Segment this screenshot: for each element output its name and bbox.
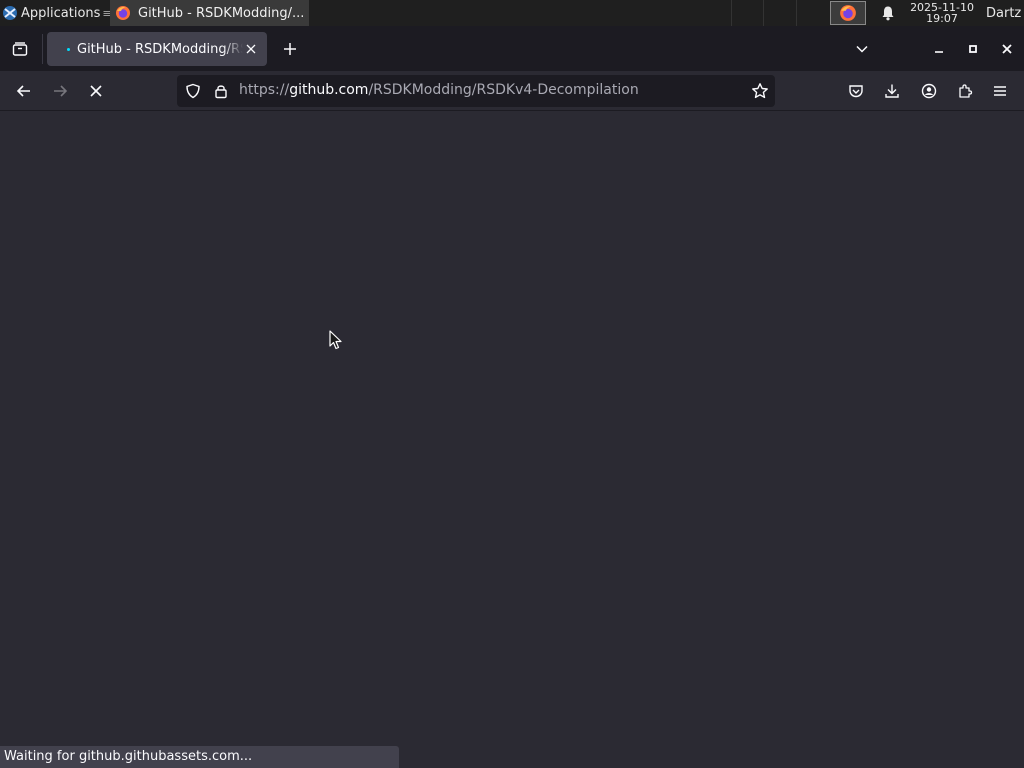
loading-indicator-icon xyxy=(67,48,70,51)
taskbar-separator xyxy=(796,0,797,26)
app-menu-button[interactable] xyxy=(988,79,1012,103)
taskbar-tray: 2025-11-10 19:07 Dartz xyxy=(830,0,1024,26)
user-menu[interactable]: Dartz xyxy=(986,6,1024,21)
tab-strip: GitHub - RSDKModding/RSDKv4-Decompilatio… xyxy=(0,26,1024,71)
new-tab-button[interactable] xyxy=(280,39,300,59)
url-path: /RSDKModding/RSDKv4-Decompilation xyxy=(368,82,639,98)
close-icon xyxy=(246,44,256,54)
tray-firefox-button[interactable] xyxy=(830,1,867,25)
url-scheme: https:// xyxy=(239,82,290,98)
navigation-toolbar: https://github.com/RSDKModding/RSDKv4-De… xyxy=(0,71,1024,111)
back-icon xyxy=(16,85,30,97)
extensions-icon xyxy=(959,84,973,98)
download-icon xyxy=(885,84,899,98)
tab-divider xyxy=(42,34,43,64)
forward-icon xyxy=(54,85,68,97)
url-host: github.com xyxy=(289,82,369,98)
clock-time: 19:07 xyxy=(926,12,958,25)
applications-label: Applications xyxy=(21,5,101,21)
taskbar-separator xyxy=(731,0,732,26)
chevron-down-icon xyxy=(856,45,868,53)
cursor-icon xyxy=(329,330,342,350)
minimize-button[interactable] xyxy=(929,39,949,59)
account-icon xyxy=(921,83,937,99)
plus-icon xyxy=(284,43,296,55)
firefox-icon xyxy=(840,5,856,21)
tab-list-icon xyxy=(12,42,28,56)
tab-close-button[interactable] xyxy=(243,41,259,57)
shield-icon[interactable] xyxy=(185,83,201,99)
pocket-button[interactable] xyxy=(844,79,868,103)
clock[interactable]: 2025-11-10 19:07 xyxy=(910,2,974,24)
tab-title: GitHub - RSDKModding/RSDKv4-Decompilatio… xyxy=(77,41,243,57)
maximize-icon xyxy=(969,45,977,53)
lock-icon[interactable] xyxy=(213,83,229,99)
tab-github[interactable]: GitHub - RSDKModding/RSDKv4-Decompilatio… xyxy=(47,32,267,66)
xfce-icon xyxy=(3,6,17,20)
downloads-button[interactable] xyxy=(880,79,904,103)
list-all-tabs-button[interactable] xyxy=(852,39,872,59)
close-window-button[interactable] xyxy=(997,39,1017,59)
url-text[interactable]: https://github.com/RSDKModding/RSDKv4-De… xyxy=(239,82,639,98)
taskbar-window-title: GitHub - RSDKModding/... xyxy=(138,5,305,21)
maximize-button[interactable] xyxy=(963,39,983,59)
extensions-button[interactable] xyxy=(953,79,977,103)
page-content[interactable] xyxy=(0,112,1024,768)
forward-button[interactable] xyxy=(48,79,72,103)
menu-icon xyxy=(994,86,1006,96)
taskbar-separator xyxy=(763,0,764,26)
star-icon[interactable] xyxy=(751,82,769,100)
firefox-view-button[interactable] xyxy=(8,37,32,61)
pocket-icon xyxy=(849,85,863,98)
firefox-icon xyxy=(116,6,130,20)
taskbar-window-button[interactable]: GitHub - RSDKModding/... xyxy=(110,0,309,26)
back-button[interactable] xyxy=(12,79,36,103)
bell-icon[interactable] xyxy=(880,5,896,21)
minimize-icon xyxy=(935,51,943,53)
applications-menu[interactable]: Applications ≡ xyxy=(0,0,114,26)
close-icon xyxy=(1002,44,1012,54)
url-bar[interactable]: https://github.com/RSDKModding/RSDKv4-De… xyxy=(177,75,775,107)
system-taskbar: Applications ≡ GitHub - RSDKModding/... … xyxy=(0,0,1024,26)
status-panel: Waiting for github.githubassets.com... xyxy=(0,746,399,768)
stop-icon xyxy=(90,85,102,97)
account-button[interactable] xyxy=(917,79,941,103)
stop-button[interactable] xyxy=(84,79,108,103)
